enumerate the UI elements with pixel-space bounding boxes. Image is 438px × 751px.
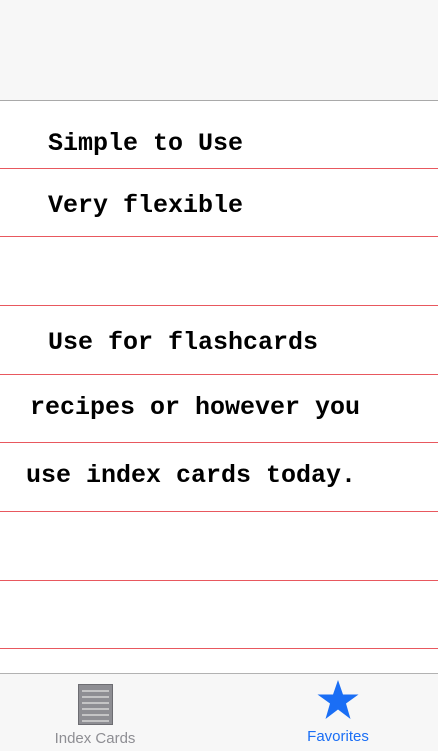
card-rule — [0, 442, 438, 443]
card-rule — [0, 511, 438, 512]
index-cards-icon — [78, 684, 113, 730]
card-rule — [0, 168, 438, 169]
card-line-6: use index cards today. — [26, 461, 357, 490]
card-line-2: Very flexible — [48, 191, 244, 220]
star-icon — [317, 680, 359, 725]
tab-index-cards[interactable]: Index Cards — [15, 674, 175, 751]
card-rule — [0, 236, 438, 237]
tab-favorites[interactable]: Favorites — [258, 674, 418, 751]
tab-bar: Index Cards Favorites — [0, 673, 438, 751]
tab-favorites-label: Favorites — [307, 728, 369, 745]
card-line-5: recipes or however you — [30, 393, 361, 422]
navigation-bar — [0, 0, 438, 101]
card-rule — [0, 580, 438, 581]
card-rule — [0, 305, 438, 306]
card-line-4: Use for flashcards — [48, 328, 319, 357]
tab-index-cards-label: Index Cards — [54, 730, 136, 747]
index-card[interactable]: Simple to Use Very flexible Use for flas… — [0, 101, 438, 674]
card-line-1: Simple to Use — [48, 129, 244, 158]
card-rule — [0, 374, 438, 375]
card-rule — [0, 648, 438, 649]
